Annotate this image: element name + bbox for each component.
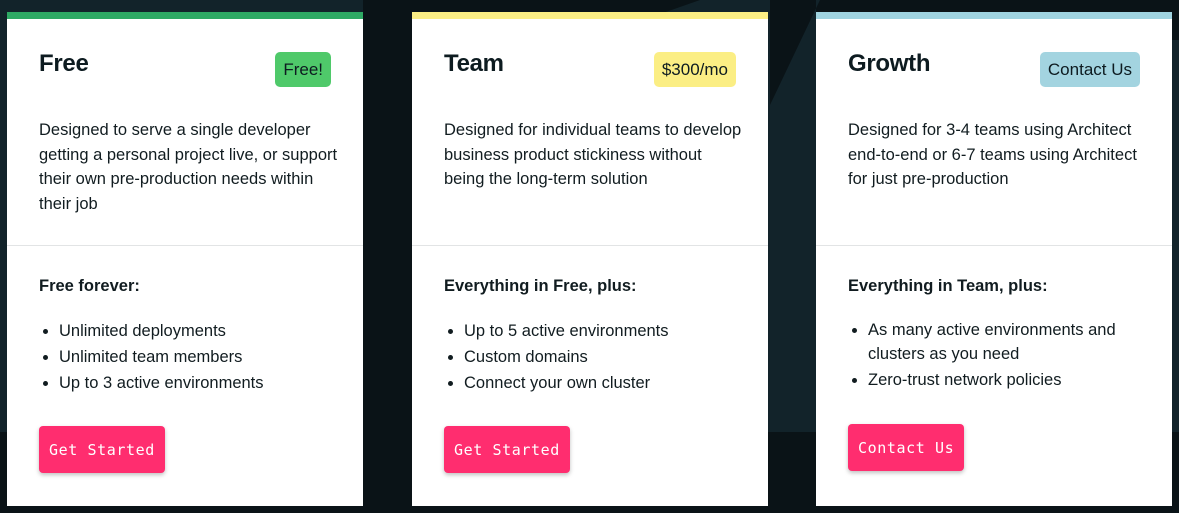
plan-title: Free [39,50,89,77]
get-started-button[interactable]: Get Started [444,426,570,473]
features-heading: Everything in Free, plus: [444,277,637,295]
feature-item: Unlimited team members [59,344,343,370]
plan-description: Designed for 3-4 teams using Architect e… [848,121,1137,188]
plan-card-growth: Growth Contact Us Designed for 3-4 teams… [816,12,1172,506]
feature-item: Up to 5 active environments [464,318,748,344]
plan-title: Team [444,50,504,77]
features-heading: Everything in Team, plus: [848,277,1048,295]
feature-list: Unlimited deployments Unlimited team mem… [39,318,343,396]
plan-description: Designed for individual teams to develop… [444,121,742,188]
contact-badge: Contact Us [1039,52,1140,87]
plan-card-free: Free Free! Designed to serve a single de… [7,12,363,506]
contact-us-button[interactable]: Contact Us [848,424,965,471]
price-badge: Free! [275,52,331,87]
feature-item: Zero-trust network policies [868,368,1132,392]
feature-list: As many active environments and clusters… [848,318,1132,394]
divider [7,245,363,246]
features-heading: Free forever: [39,277,140,295]
feature-list: Up to 5 active environments Custom domai… [444,318,748,396]
feature-item: Up to 3 active environments [59,370,343,396]
feature-item: Connect your own cluster [464,370,748,396]
plan-accent-stripe [7,12,363,19]
feature-item: Unlimited deployments [59,318,343,344]
divider [412,245,768,246]
plan-title: Growth [848,50,931,77]
divider [816,245,1172,246]
plan-header: Free Free! [39,50,331,90]
plan-header: Team $300/mo [444,50,736,90]
dark-gap-shape [363,0,412,432]
price-badge: $300/mo [653,52,736,87]
plan-description: Designed to serve a single developer get… [39,121,338,213]
get-started-button[interactable]: Get Started [39,426,165,473]
plan-header: Growth Contact Us [848,50,1140,90]
feature-item: As many active environments and clusters… [868,318,1132,366]
feature-item: Custom domains [464,344,748,370]
plan-accent-stripe [816,12,1172,19]
plan-accent-stripe [412,12,768,19]
plan-card-team: Team $300/mo Designed for individual tea… [412,12,768,506]
